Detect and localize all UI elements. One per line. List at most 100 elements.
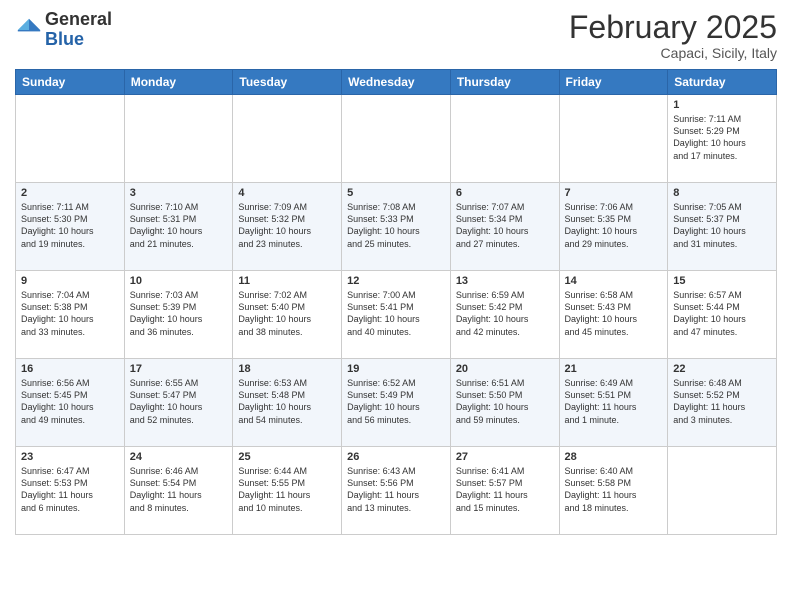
calendar: SundayMondayTuesdayWednesdayThursdayFrid…: [15, 69, 777, 535]
day-info: Sunrise: 6:46 AMSunset: 5:54 PMDaylight:…: [130, 466, 202, 512]
calendar-cell: 24 Sunrise: 6:46 AMSunset: 5:54 PMDayligh…: [124, 447, 233, 535]
day-number: 9: [21, 275, 119, 287]
calendar-cell: 7 Sunrise: 7:06 AMSunset: 5:35 PMDaylight…: [559, 183, 668, 271]
calendar-cell: 10 Sunrise: 7:03 AMSunset: 5:39 PMDayligh…: [124, 271, 233, 359]
calendar-cell: [342, 95, 451, 183]
day-info: Sunrise: 6:41 AMSunset: 5:57 PMDaylight:…: [456, 466, 528, 512]
calendar-cell: 17 Sunrise: 6:55 AMSunset: 5:47 PMDayligh…: [124, 359, 233, 447]
calendar-cell: 28Sunrise: 6:40 AMSunset: 5:58 PMDayligh…: [559, 447, 668, 535]
week-row-1: 1Sunrise: 7:11 AMSunset: 5:29 PMDaylight…: [16, 95, 777, 183]
day-info: Sunrise: 7:05 AMSunset: 5:37 PMDaylight:…: [673, 202, 746, 248]
calendar-cell: 21 Sunrise: 6:49 AMSunset: 5:51 PMDayligh…: [559, 359, 668, 447]
page: General Blue February 2025 Capaci, Sicil…: [0, 0, 792, 612]
day-info: Sunrise: 6:47 AMSunset: 5:53 PMDaylight:…: [21, 466, 93, 512]
day-info: Sunrise: 7:00 AMSunset: 5:41 PMDaylight:…: [347, 290, 420, 336]
calendar-cell: 12 Sunrise: 7:00 AMSunset: 5:41 PMDayligh…: [342, 271, 451, 359]
day-number: 4: [238, 187, 336, 199]
logo-text: General Blue: [45, 10, 112, 50]
day-number: 19: [347, 363, 445, 375]
weekday-thursday: Thursday: [450, 70, 559, 95]
day-number: 21: [565, 363, 663, 375]
day-info: Sunrise: 7:03 AMSunset: 5:39 PMDaylight:…: [130, 290, 203, 336]
day-number: 7: [565, 187, 663, 199]
day-number: 20: [456, 363, 554, 375]
day-info: Sunrise: 6:43 AMSunset: 5:56 PMDaylight:…: [347, 466, 419, 512]
calendar-cell: 23Sunrise: 6:47 AMSunset: 5:53 PMDayligh…: [16, 447, 125, 535]
day-number: 17: [130, 363, 228, 375]
day-info: Sunrise: 7:10 AMSunset: 5:31 PMDaylight:…: [130, 202, 203, 248]
calendar-cell: [124, 95, 233, 183]
day-info: Sunrise: 7:07 AMSunset: 5:34 PMDaylight:…: [456, 202, 529, 248]
week-row-5: 23Sunrise: 6:47 AMSunset: 5:53 PMDayligh…: [16, 447, 777, 535]
day-number: 2: [21, 187, 119, 199]
day-info: Sunrise: 6:49 AMSunset: 5:51 PMDaylight:…: [565, 378, 637, 424]
day-number: 24: [130, 451, 228, 463]
day-number: 13: [456, 275, 554, 287]
calendar-cell: [16, 95, 125, 183]
day-info: Sunrise: 6:58 AMSunset: 5:43 PMDaylight:…: [565, 290, 638, 336]
calendar-cell: 16 Sunrise: 6:56 AMSunset: 5:45 PMDayligh…: [16, 359, 125, 447]
calendar-cell: 25 Sunrise: 6:44 AMSunset: 5:55 PMDayligh…: [233, 447, 342, 535]
day-info: Sunrise: 6:56 AMSunset: 5:45 PMDaylight:…: [21, 378, 94, 424]
day-info: Sunrise: 6:51 AMSunset: 5:50 PMDaylight:…: [456, 378, 529, 424]
calendar-cell: 5 Sunrise: 7:08 AMSunset: 5:33 PMDaylight…: [342, 183, 451, 271]
logo-icon: [15, 16, 43, 44]
day-info: Sunrise: 6:44 AMSunset: 5:55 PMDaylight:…: [238, 466, 310, 512]
day-number: 18: [238, 363, 336, 375]
calendar-cell: [233, 95, 342, 183]
day-number: 15: [673, 275, 771, 287]
calendar-cell: [450, 95, 559, 183]
day-info: Sunrise: 7:02 AMSunset: 5:40 PMDaylight:…: [238, 290, 311, 336]
day-info: Sunrise: 6:52 AMSunset: 5:49 PMDaylight:…: [347, 378, 420, 424]
day-number: 27: [456, 451, 554, 463]
calendar-cell: 2 Sunrise: 7:11 AMSunset: 5:30 PMDaylight…: [16, 183, 125, 271]
calendar-cell: 19 Sunrise: 6:52 AMSunset: 5:49 PMDayligh…: [342, 359, 451, 447]
weekday-friday: Friday: [559, 70, 668, 95]
weekday-header-row: SundayMondayTuesdayWednesdayThursdayFrid…: [16, 70, 777, 95]
day-info: Sunrise: 7:04 AMSunset: 5:38 PMDaylight:…: [21, 290, 94, 336]
day-info: Sunrise: 6:55 AMSunset: 5:47 PMDaylight:…: [130, 378, 203, 424]
calendar-cell: [668, 447, 777, 535]
calendar-cell: 6 Sunrise: 7:07 AMSunset: 5:34 PMDaylight…: [450, 183, 559, 271]
logo-blue: Blue: [45, 29, 84, 49]
calendar-cell: 3 Sunrise: 7:10 AMSunset: 5:31 PMDaylight…: [124, 183, 233, 271]
day-info: Sunrise: 6:48 AMSunset: 5:52 PMDaylight:…: [673, 378, 745, 424]
day-info: Sunrise: 7:09 AMSunset: 5:32 PMDaylight:…: [238, 202, 311, 248]
calendar-cell: 14 Sunrise: 6:58 AMSunset: 5:43 PMDayligh…: [559, 271, 668, 359]
weekday-wednesday: Wednesday: [342, 70, 451, 95]
calendar-cell: 11 Sunrise: 7:02 AMSunset: 5:40 PMDayligh…: [233, 271, 342, 359]
day-info: Sunrise: 7:06 AMSunset: 5:35 PMDaylight:…: [565, 202, 638, 248]
weekday-sunday: Sunday: [16, 70, 125, 95]
calendar-cell: 4 Sunrise: 7:09 AMSunset: 5:32 PMDaylight…: [233, 183, 342, 271]
day-number: 1: [673, 99, 771, 111]
day-info: Sunrise: 6:53 AMSunset: 5:48 PMDaylight:…: [238, 378, 311, 424]
day-number: 12: [347, 275, 445, 287]
day-number: 14: [565, 275, 663, 287]
calendar-cell: 1Sunrise: 7:11 AMSunset: 5:29 PMDaylight…: [668, 95, 777, 183]
calendar-cell: 22 Sunrise: 6:48 AMSunset: 5:52 PMDayligh…: [668, 359, 777, 447]
calendar-cell: 20 Sunrise: 6:51 AMSunset: 5:50 PMDayligh…: [450, 359, 559, 447]
day-number: 11: [238, 275, 336, 287]
day-info: Sunrise: 6:40 AMSunset: 5:58 PMDaylight:…: [565, 466, 637, 512]
week-row-2: 2 Sunrise: 7:11 AMSunset: 5:30 PMDaylight…: [16, 183, 777, 271]
location-title: Capaci, Sicily, Italy: [569, 45, 777, 61]
day-number: 8: [673, 187, 771, 199]
logo-area: General Blue: [15, 10, 112, 50]
day-number: 25: [238, 451, 336, 463]
weekday-tuesday: Tuesday: [233, 70, 342, 95]
day-number: 5: [347, 187, 445, 199]
day-info: Sunrise: 7:08 AMSunset: 5:33 PMDaylight:…: [347, 202, 420, 248]
calendar-cell: 18 Sunrise: 6:53 AMSunset: 5:48 PMDayligh…: [233, 359, 342, 447]
day-info: Sunrise: 7:11 AMSunset: 5:30 PMDaylight:…: [21, 202, 94, 248]
day-number: 6: [456, 187, 554, 199]
day-number: 22: [673, 363, 771, 375]
calendar-cell: [559, 95, 668, 183]
day-number: 16: [21, 363, 119, 375]
day-number: 3: [130, 187, 228, 199]
day-number: 10: [130, 275, 228, 287]
calendar-cell: 26Sunrise: 6:43 AMSunset: 5:56 PMDayligh…: [342, 447, 451, 535]
week-row-3: 9 Sunrise: 7:04 AMSunset: 5:38 PMDaylight…: [16, 271, 777, 359]
calendar-cell: 9 Sunrise: 7:04 AMSunset: 5:38 PMDaylight…: [16, 271, 125, 359]
logo-general: General: [45, 9, 112, 29]
calendar-cell: 27 Sunrise: 6:41 AMSunset: 5:57 PMDayligh…: [450, 447, 559, 535]
